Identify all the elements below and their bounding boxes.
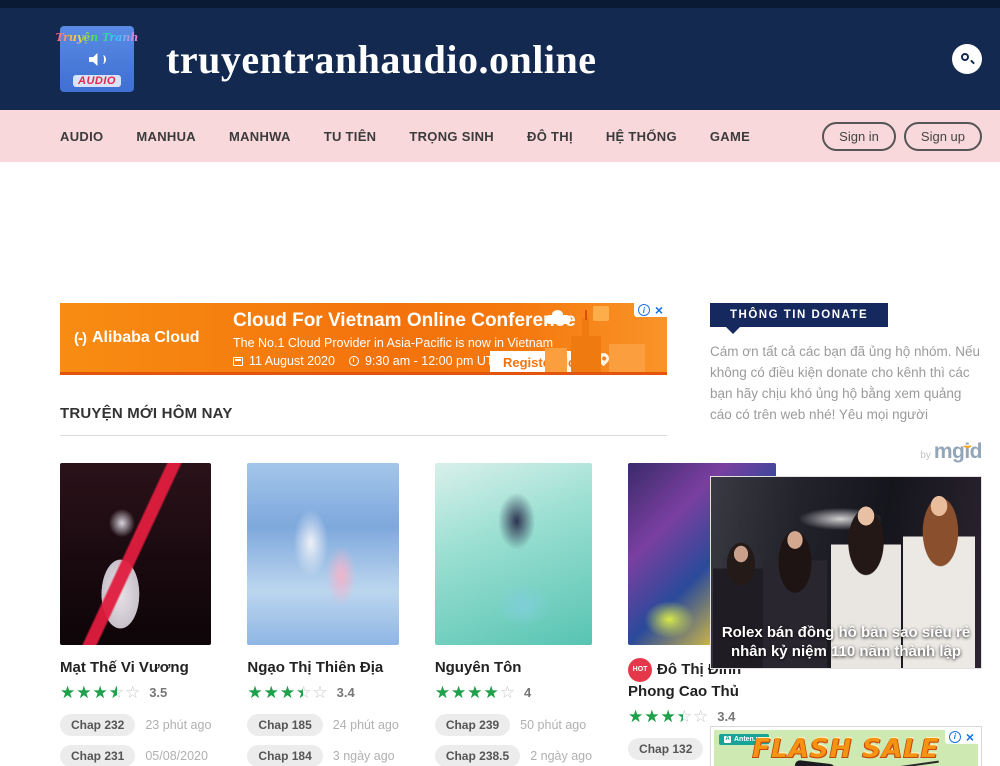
chapter-time: 3 ngày ago [333, 749, 395, 763]
comic-card: Ngạo Thị Thiên Địa ☆☆☆☆☆★★★★★ 3.4 Chap 1… [247, 463, 398, 766]
info-icon[interactable]: i [949, 731, 961, 743]
chapter-row: Chap 231 05/08/2020 [60, 745, 211, 766]
comic-title[interactable]: Nguyên Tôn [435, 659, 522, 676]
comic-cover[interactable] [60, 463, 211, 645]
comic-card: Mạt Thế Vi Vương ☆☆☆☆☆★★★★★ 3.5 Chap 232… [60, 463, 211, 766]
ad-subtitle: The No.1 Cloud Provider in Asia-Pacific … [233, 336, 553, 350]
chapter-button[interactable]: Chap 232 [60, 714, 135, 736]
ad-date: 11 August 2020 [249, 354, 335, 368]
chapter-list: Chap 239 50 phút ago Chap 238.5 2 ngày a… [435, 705, 592, 766]
section-divider [60, 435, 667, 436]
comic-title[interactable]: Ngạo Thị Thiên Địa [247, 659, 383, 676]
calendar-icon [233, 357, 243, 366]
comic-card: Nguyên Tôn ☆☆☆☆☆★★★★★ 4 Chap 239 50 phút… [435, 463, 592, 766]
chapter-time: 23 phút ago [145, 718, 211, 732]
site-title[interactable]: truyentranhaudio.online [166, 36, 596, 83]
info-icon[interactable]: i [638, 304, 650, 316]
section-title: TRUYỆN MỚI HÔM NAY [60, 405, 667, 422]
search-button[interactable] [952, 44, 982, 74]
logo-title: Truyện Tranh [56, 31, 139, 44]
mgid-attribution[interactable]: bymgid [710, 440, 982, 464]
clock-icon [349, 356, 359, 366]
search-icon [960, 52, 974, 66]
sidebar: THÔNG TIN DONATE Cám ơn tất cả các bạn đ… [710, 303, 982, 766]
nav-item-audio[interactable]: AUDIO [60, 129, 103, 144]
chapter-button[interactable]: Chap 238.5 [435, 745, 520, 766]
chapter-row: Chap 239 50 phút ago [435, 714, 592, 736]
site-logo[interactable]: Truyện Tranh AUDIO [60, 26, 134, 92]
alibaba-cloud-logo: (-) Alibaba Cloud [74, 329, 200, 347]
nav-item-o-thi[interactable]: ĐÔ THỊ [527, 129, 573, 144]
rating-value: 3.5 [149, 685, 167, 700]
nav-item-game[interactable]: GAME [710, 129, 750, 144]
rating-row: ☆☆☆☆☆★★★★★ 3.5 [60, 684, 211, 701]
auth-buttons: Sign in Sign up [822, 122, 982, 151]
flash-sale-ad[interactable]: A Anten.vn FLASH SALE XEM NGAY i × [710, 726, 982, 766]
chapter-button[interactable]: Chap 239 [435, 714, 510, 736]
top-strip [0, 0, 1000, 8]
main-nav: AUDIO MANHUA MANHWA TU TIÊN TRỌNG SINH ĐÔ THỊ… [0, 110, 1000, 162]
star-rating: ☆☆☆☆☆★★★★★ [435, 684, 516, 701]
comic-cover[interactable] [247, 463, 398, 645]
chapter-row: Chap 184 3 ngày ago [247, 745, 398, 766]
chapter-list: Chap 185 24 phút ago Chap 184 3 ngày ago [247, 705, 398, 766]
chapter-button[interactable]: Chap 184 [247, 745, 322, 766]
ad-choices: i × [634, 303, 667, 317]
nav-item-tu-tien[interactable]: TU TIÊN [324, 129, 377, 144]
star-rating: ☆☆☆☆☆★★★★★ [60, 684, 141, 701]
nav-menu: AUDIO MANHUA MANHWA TU TIÊN TRỌNG SINH ĐÔ THỊ… [60, 129, 750, 144]
donate-ribbon: THÔNG TIN DONATE [710, 303, 888, 327]
chapter-time: 05/08/2020 [145, 749, 208, 763]
donate-text: Cám ơn tất cả các bạn đã ủng hộ nhóm. Nế… [710, 342, 982, 426]
cards-grid: Mạt Thế Vi Vương ☆☆☆☆☆★★★★★ 3.5 Chap 232… [60, 463, 667, 766]
site-header: Truyện Tranh AUDIO truyentranhaudio.onli… [0, 8, 1000, 110]
sidebar-ad-caption: Rolex bán đồng hồ bản sao siêu rẻ nhân k… [711, 624, 981, 662]
speaker-icon [89, 53, 106, 66]
nav-item-trong-sinh[interactable]: TRỌNG SINH [409, 129, 494, 144]
main-column: (-) Alibaba Cloud Cloud For Vietnam Onli… [60, 303, 667, 766]
rating-row: ☆☆☆☆☆★★★★★ 4 [435, 684, 592, 701]
chapter-row: Chap 238.5 2 ngày ago [435, 745, 592, 766]
chapter-time: 24 phút ago [333, 718, 399, 732]
chapter-list: Chap 232 23 phút ago Chap 231 05/08/2020 [60, 705, 211, 766]
cloud-icon [545, 315, 571, 324]
close-icon[interactable]: × [966, 731, 974, 743]
flash-sale-title: FLASH SALE [714, 734, 978, 764]
ad-choices: i × [945, 730, 978, 744]
logo-audio-label: AUDIO [73, 75, 121, 87]
chapter-time: 2 ngày ago [530, 749, 592, 763]
chapter-button[interactable]: Chap 231 [60, 745, 135, 766]
chapter-row: Chap 232 23 phút ago [60, 714, 211, 736]
comic-cover[interactable] [435, 463, 592, 645]
chapter-time: 50 phút ago [520, 718, 586, 732]
close-icon[interactable]: × [655, 304, 663, 316]
star-rating: ☆☆☆☆☆★★★★★ [628, 708, 709, 725]
content-row: (-) Alibaba Cloud Cloud For Vietnam Onli… [60, 303, 982, 766]
chapter-row: Chap 185 24 phút ago [247, 714, 398, 736]
nav-item-he-thong[interactable]: HỆ THỐNG [606, 129, 677, 144]
sign-up-button[interactable]: Sign up [904, 122, 982, 151]
rating-value: 3.4 [337, 685, 355, 700]
mgid-by-label: by [920, 450, 931, 461]
sidebar-ad-image[interactable]: Rolex bán đồng hồ bản sao siêu rẻ nhân k… [710, 476, 982, 669]
chapter-button[interactable]: Chap 185 [247, 714, 322, 736]
rating-row: ☆☆☆☆☆★★★★★ 3.4 [247, 684, 398, 701]
rating-value: 4 [524, 685, 531, 700]
chapter-button[interactable]: Chap 132 [628, 738, 703, 760]
alibaba-ad-banner[interactable]: (-) Alibaba Cloud Cloud For Vietnam Onli… [60, 303, 667, 375]
gift-icon [593, 306, 609, 321]
star-rating: ☆☆☆☆☆★★★★★ [247, 684, 328, 701]
hot-badge: HOT [628, 658, 652, 682]
nav-item-manhwa[interactable]: MANHWA [229, 129, 291, 144]
mgid-logo: mgid [934, 440, 982, 463]
nav-item-manhua[interactable]: MANHUA [136, 129, 196, 144]
sign-in-button[interactable]: Sign in [822, 122, 896, 151]
comic-title[interactable]: Mạt Thế Vi Vương [60, 659, 189, 676]
